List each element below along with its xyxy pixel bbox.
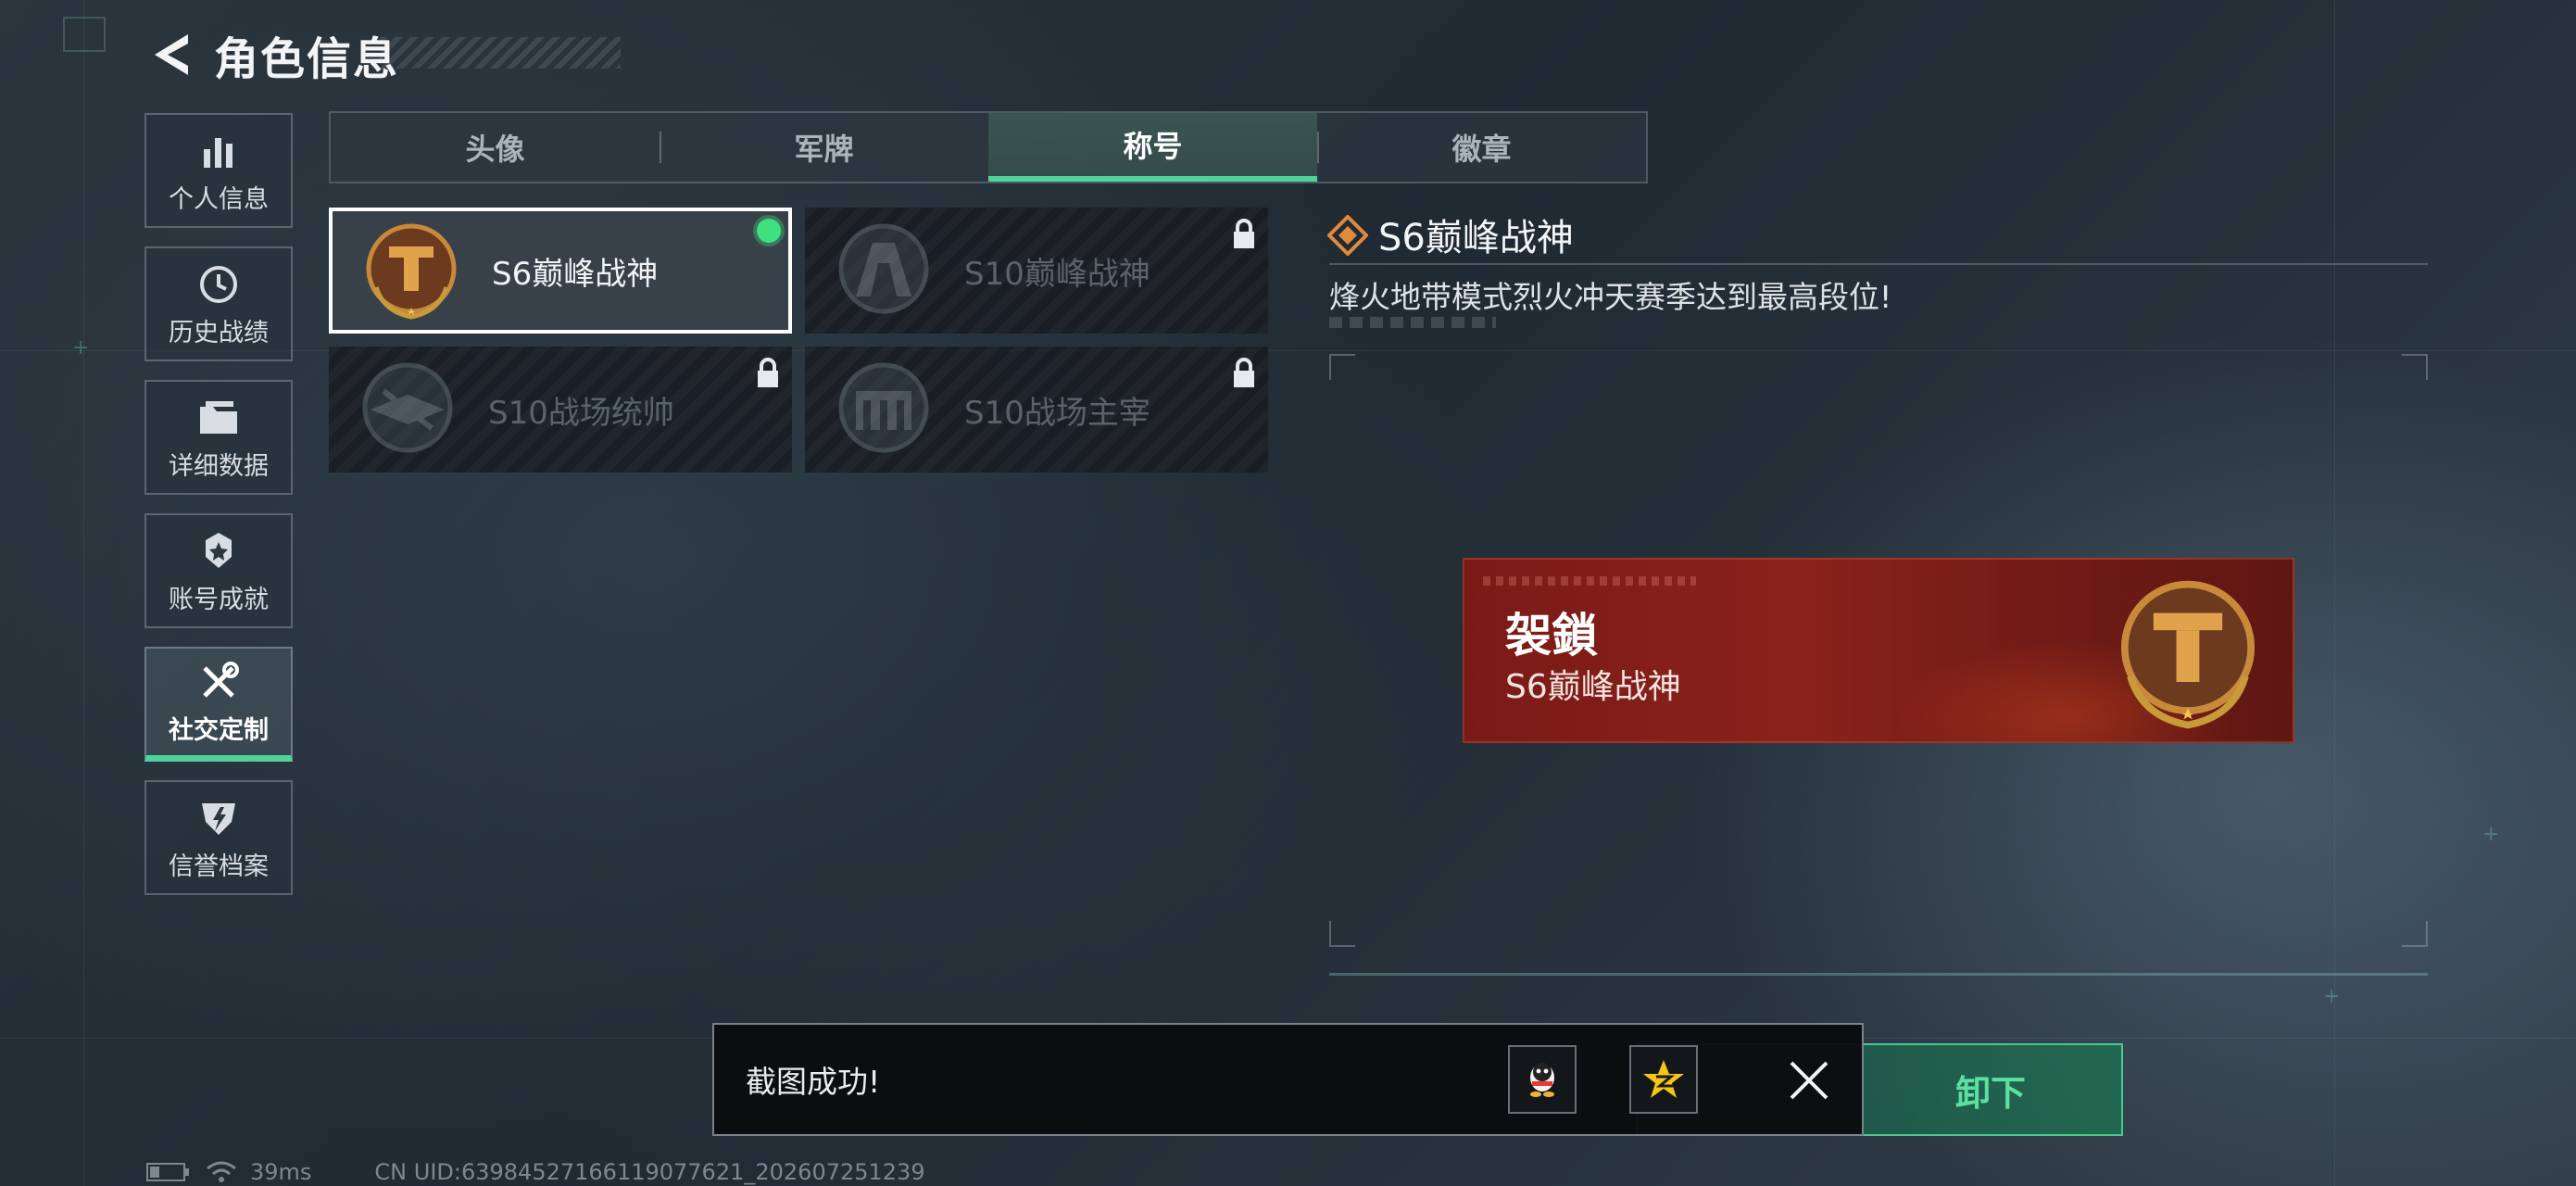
sidebar-item-label: 详细数据 (169, 451, 269, 481)
title-medal-icon (2120, 580, 2256, 729)
lock-icon (1234, 358, 1254, 387)
close-button[interactable] (1772, 1043, 1846, 1117)
lock-icon (1234, 219, 1254, 248)
sidebar: 个人信息 历史战绩 详细数据 账号成就 社交定制 信誉档案 (145, 113, 296, 914)
equipped-indicator (757, 219, 781, 243)
sidebar-item-label: 信誉档案 (169, 852, 269, 881)
title-card-s10-commander[interactable]: S10战场统帅 (329, 347, 792, 473)
diamond-icon (1327, 215, 1368, 256)
share-qq-button[interactable] (1508, 1045, 1577, 1114)
sidebar-item-social-custom[interactable]: 社交定制 (145, 647, 293, 762)
sidebar-item-history[interactable]: 历史战绩 (145, 246, 293, 361)
bg-crosshair: + (72, 336, 90, 360)
sidebar-item-credit[interactable]: 信誉档案 (145, 780, 293, 895)
page-title: 角色信息 (214, 33, 400, 85)
title-card-s10-dominator[interactable]: S10战场主宰 (805, 347, 1268, 473)
title-banner-preview: 袈鎖 S6巅峰战神 (1463, 558, 2294, 743)
bg-crosshair: + (2323, 985, 2341, 1008)
toast-message: 截图成功! (746, 1064, 881, 1100)
wifi-icon (207, 1161, 236, 1182)
user-uid: CN UID:63984527166119077621_202607251239 (374, 1159, 925, 1185)
detail-description: 烽火地带模式烈火冲天赛季达到最高段位! (1329, 279, 1892, 315)
divider (1329, 263, 2428, 265)
back-button[interactable] (144, 29, 195, 81)
sidebar-item-detailed-data[interactable]: 详细数据 (145, 380, 293, 495)
banner-title: S6巅峰战神 (1505, 668, 1681, 706)
lock-icon (758, 358, 778, 387)
close-icon (1790, 1061, 1828, 1100)
divider (1329, 973, 2428, 976)
shield-icon (202, 802, 235, 835)
title-medal-icon (823, 349, 944, 470)
battery-icon (146, 1163, 189, 1181)
title-card-s10-peak[interactable]: S10巅峰战神 (805, 208, 1268, 334)
sidebar-item-label: 账号成就 (169, 585, 269, 614)
title-card-name: S10巅峰战神 (964, 255, 1150, 293)
detail-title: S6巅峰战神 (1378, 217, 1574, 259)
sidebar-item-personal-info[interactable]: 个人信息 (145, 113, 293, 228)
title-card-name: S10战场主宰 (964, 394, 1150, 432)
bar-chart-icon (204, 137, 232, 168)
title-medal-icon (347, 349, 468, 470)
back-arrow-icon (155, 34, 188, 75)
folder-icon (200, 400, 237, 434)
title-decoration (380, 37, 621, 69)
sidebar-item-label: 历史战绩 (169, 318, 269, 347)
corner-decoration (63, 17, 106, 52)
clock-icon (200, 265, 237, 303)
title-medal-icon (351, 210, 471, 331)
title-card-s6-peak[interactable]: S6巅峰战神 (329, 208, 792, 334)
banner-player-name: 袈鎖 (1505, 609, 1598, 662)
sidebar-item-achievements[interactable]: 账号成就 (145, 513, 293, 628)
sidebar-item-label: 个人信息 (169, 184, 269, 214)
faint-decoration (1329, 317, 1496, 328)
medal-icon (206, 532, 232, 568)
share-qzone-button[interactable] (1629, 1045, 1698, 1114)
title-card-name: S10战场统帅 (488, 394, 674, 432)
qq-icon (1530, 1063, 1554, 1097)
title-medal-icon (823, 210, 944, 331)
tab-avatar[interactable]: 头像 (331, 113, 660, 182)
tab-dogtag[interactable]: 军牌 (660, 113, 988, 182)
page-header: 角色信息 (144, 23, 399, 86)
sidebar-item-label: 社交定制 (169, 716, 269, 745)
tab-title[interactable]: 称号 (988, 113, 1317, 182)
ping-value: 39ms (250, 1159, 312, 1185)
banner-decoration (1483, 576, 1696, 586)
tools-icon (203, 662, 239, 698)
title-card-name: S6巅峰战神 (492, 255, 659, 293)
bg-crosshair: + (2482, 823, 2500, 846)
tab-bar: 头像 军牌 称号 徽章 (329, 111, 1648, 183)
tab-badge[interactable]: 徽章 (1317, 113, 1646, 182)
qzone-star-icon (1643, 1060, 1684, 1098)
bg-gridline (83, 0, 84, 1186)
screenshot-toast: 截图成功! (712, 1023, 1864, 1136)
status-bar: 39ms CN UID:63984527166119077621_2026072… (146, 1158, 925, 1186)
unequip-label: 卸下 (1954, 1072, 2026, 1114)
